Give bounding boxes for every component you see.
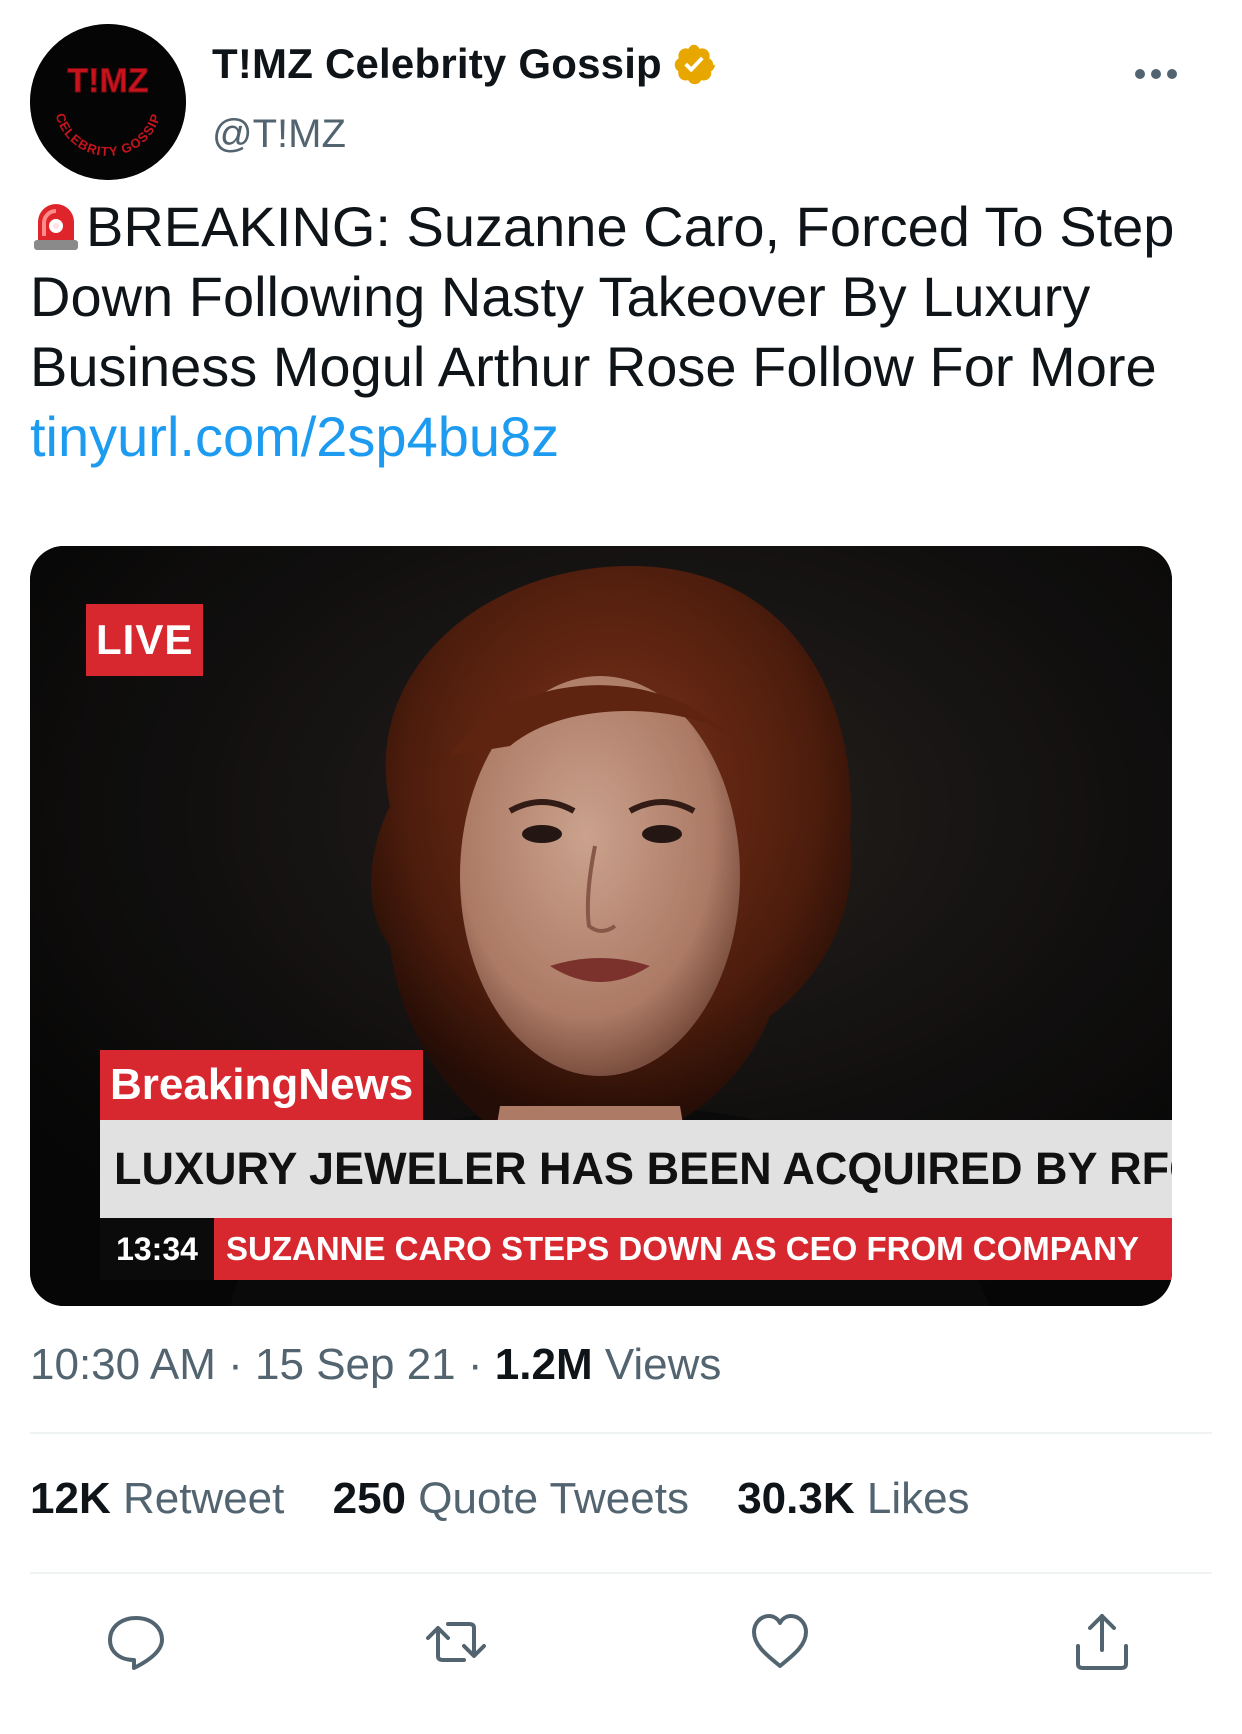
action-bar	[0, 1610, 1242, 1674]
siren-icon	[34, 204, 78, 250]
verified-badge-icon	[675, 44, 716, 85]
display-name[interactable]: T!MZ Celebrity Gossip	[212, 40, 662, 88]
avatar[interactable]: T!MZ CELEBRITY GOSSIP	[30, 24, 186, 180]
tweet-media[interactable]: LIVE BreakingNews LUXURY JEWELER HAS BEE…	[30, 546, 1172, 1306]
likes-count: 30.3K	[737, 1474, 855, 1523]
tweet-body: BREAKING: Suzanne Caro, Forced To Step D…	[30, 195, 1175, 398]
more-options-icon[interactable]	[1132, 64, 1180, 84]
avatar-logo-text: T!MZ	[67, 62, 148, 100]
breaking-news-tab: BreakingNews	[100, 1050, 424, 1120]
likes-label: Likes	[866, 1474, 970, 1523]
retweets-count: 12K	[30, 1474, 111, 1523]
quotes-count: 250	[332, 1474, 407, 1523]
retweet-icon[interactable]	[424, 1610, 488, 1674]
tweet-text: BREAKING: Suzanne Caro, Forced To Step D…	[30, 192, 1220, 472]
meta-separator: ·	[228, 1340, 243, 1389]
retweets-label: Retweet	[122, 1474, 285, 1523]
author-handle[interactable]: @T!MZ	[212, 112, 716, 157]
quotes-stat[interactable]: 250 Quote Tweets	[333, 1474, 689, 1524]
retweets-stat[interactable]: 12K Retweet	[30, 1474, 284, 1524]
divider	[30, 1432, 1212, 1434]
engagement-stats: 12K Retweet 250 Quote Tweets 30.3K Likes	[30, 1474, 1006, 1524]
divider	[30, 1572, 1212, 1574]
likes-stat[interactable]: 30.3K Likes	[737, 1474, 969, 1524]
ticker-time: 13:34	[100, 1218, 214, 1280]
tweet-date[interactable]: 15 Sep 21	[255, 1340, 456, 1389]
avatar-logo: T!MZ CELEBRITY GOSSIP	[30, 24, 186, 180]
views-count: 1.2M	[494, 1340, 593, 1389]
like-icon[interactable]	[748, 1610, 812, 1674]
meta-separator: ·	[467, 1340, 483, 1389]
share-icon[interactable]	[1070, 1610, 1134, 1674]
live-badge: LIVE	[86, 604, 204, 676]
quotes-label: Quote Tweets	[418, 1474, 689, 1523]
reply-icon[interactable]	[104, 1610, 168, 1674]
tweet-link[interactable]: tinyurl.com/2sp4bu8z	[30, 405, 559, 468]
news-headline: LUXURY JEWELER HAS BEEN ACQUIRED BY RFG	[100, 1120, 1172, 1218]
tweet-time[interactable]: 10:30 AM	[30, 1340, 216, 1389]
views-label: Views	[604, 1340, 722, 1389]
tweet-meta: 10:30 AM · 15 Sep 21 · 1.2M Views	[30, 1340, 721, 1390]
tweet-header: T!MZ CELEBRITY GOSSIP T!MZ Celebrity Gos…	[30, 24, 1210, 184]
ticker-text: SUZANNE CARO STEPS DOWN AS CEO FROM COMP…	[214, 1218, 1172, 1280]
news-ticker: 13:34 SUZANNE CARO STEPS DOWN AS CEO FRO…	[100, 1218, 1172, 1280]
author-block: T!MZ Celebrity Gossip @T!MZ	[212, 40, 716, 157]
